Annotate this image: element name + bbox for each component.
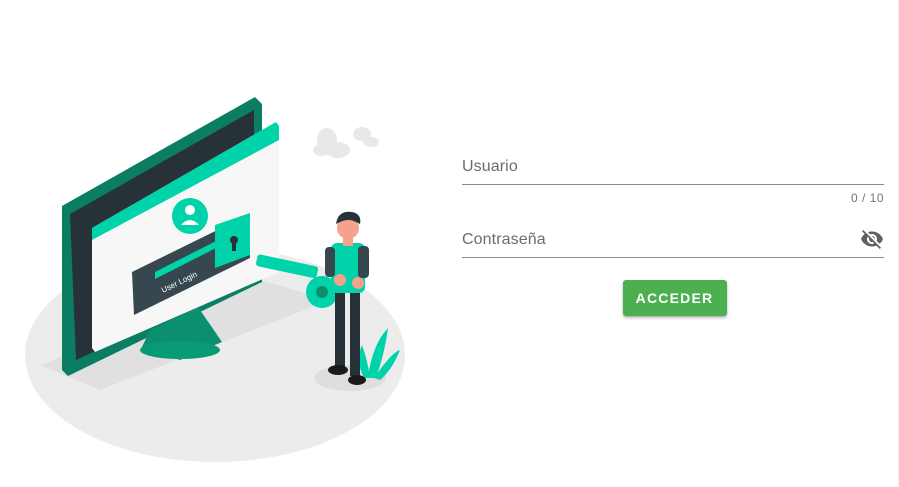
user-avatar-icon [172,198,208,234]
submit-row: ACCEDER [462,280,884,316]
login-illustration: User Login [25,97,405,462]
password-field[interactable]: Contraseña [462,221,884,258]
username-char-counter: 0 / 10 [850,191,884,205]
username-label: Usuario [462,158,518,175]
login-submit-button[interactable]: ACCEDER [622,280,727,316]
login-page: User Login Usuario 0 / 10 Contraseña ACC… [0,0,899,487]
username-field[interactable]: Usuario [462,148,884,185]
username-underline [462,184,884,185]
eye-off-icon[interactable] [860,227,884,251]
login-form: Usuario 0 / 10 Contraseña ACCEDER [462,148,884,316]
password-label: Contraseña [462,231,546,248]
password-underline [462,257,884,258]
cloud-icon [313,127,379,158]
